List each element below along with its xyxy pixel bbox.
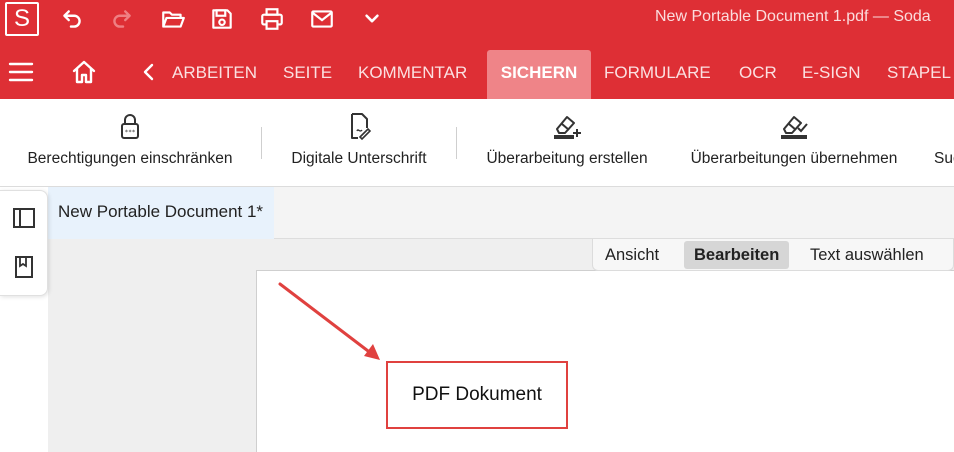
undo-icon[interactable] bbox=[58, 6, 86, 32]
sidebar-toggle-icon[interactable] bbox=[11, 205, 37, 231]
app-logo[interactable]: S bbox=[5, 2, 39, 36]
window-title: New Portable Document 1.pdf — Soda bbox=[655, 8, 931, 25]
tab-ocr[interactable]: OCR bbox=[727, 50, 789, 99]
open-folder-icon[interactable] bbox=[159, 6, 187, 32]
document-tab[interactable]: New Portable Document 1* bbox=[48, 187, 274, 239]
mode-edit-button[interactable]: Bearbeiten bbox=[684, 241, 790, 269]
mode-view-button[interactable]: Ansicht bbox=[595, 241, 669, 269]
search-button[interactable]: Suc bbox=[930, 99, 954, 186]
mail-icon[interactable] bbox=[308, 6, 336, 32]
apply-redactions-button[interactable]: Überarbeitungen übernehmen bbox=[680, 99, 908, 186]
chevron-left-icon[interactable] bbox=[140, 62, 158, 82]
create-redaction-button[interactable]: Überarbeitung erstellen bbox=[474, 99, 660, 186]
redact-apply-icon bbox=[781, 116, 808, 139]
text-box-annotation[interactable]: PDF Dokument bbox=[386, 361, 568, 429]
tab-kommentar[interactable]: KOMMENTAR bbox=[346, 50, 479, 99]
tab-arbeiten[interactable]: ARBEITEN bbox=[160, 50, 269, 99]
ribbon-divider bbox=[456, 127, 457, 159]
mode-select-text-button[interactable]: Text auswählen bbox=[800, 241, 934, 269]
digital-signature-button[interactable]: Digitale Unterschrift bbox=[278, 99, 440, 186]
save-icon[interactable] bbox=[208, 6, 236, 32]
svg-text:***: *** bbox=[125, 129, 136, 136]
lock-icon: *** bbox=[121, 114, 139, 139]
ribbon-tab-bar: ARBEITEN SEITE KOMMENTAR SICHERN FORMULA… bbox=[0, 40, 954, 99]
home-icon[interactable] bbox=[70, 58, 98, 86]
mode-switcher: Ansicht Bearbeiten Text auswählen bbox=[592, 239, 954, 271]
tab-seite[interactable]: SEITE bbox=[271, 50, 344, 99]
tab-sichern[interactable]: SICHERN bbox=[487, 50, 591, 99]
ribbon-divider bbox=[261, 127, 262, 159]
redact-add-icon bbox=[554, 116, 581, 139]
restrict-permissions-button[interactable]: *** Berechtigungen einschränken bbox=[16, 99, 244, 186]
ribbon-label: Suc bbox=[934, 150, 954, 167]
ribbon-label: Digitale Unterschrift bbox=[291, 150, 427, 167]
side-panel bbox=[0, 190, 48, 296]
tab-stapel[interactable]: STAPEL bbox=[875, 50, 954, 99]
hamburger-menu-icon[interactable] bbox=[8, 60, 36, 84]
redo-icon[interactable] bbox=[108, 6, 136, 32]
signature-icon bbox=[351, 113, 372, 141]
ribbon-label: Berechtigungen einschränken bbox=[27, 150, 233, 167]
document-tab-bar: New Portable Document 1* bbox=[48, 187, 954, 239]
bookmark-icon[interactable] bbox=[11, 254, 37, 280]
print-icon[interactable] bbox=[258, 6, 286, 32]
title-bar: S New Portable Document 1.pdf — Soda bbox=[0, 0, 954, 40]
chevron-down-icon[interactable] bbox=[358, 6, 386, 32]
ribbon-label: Überarbeitung erstellen bbox=[486, 150, 648, 167]
ribbon-label: Überarbeitungen übernehmen bbox=[690, 150, 898, 167]
tab-e-sign[interactable]: E-SIGN bbox=[790, 50, 873, 99]
tab-formulare[interactable]: FORMULARE bbox=[592, 50, 723, 99]
ribbon-toolbar: *** Berechtigungen einschränken Digitale… bbox=[0, 99, 954, 187]
arrow-annotation[interactable] bbox=[276, 280, 386, 364]
